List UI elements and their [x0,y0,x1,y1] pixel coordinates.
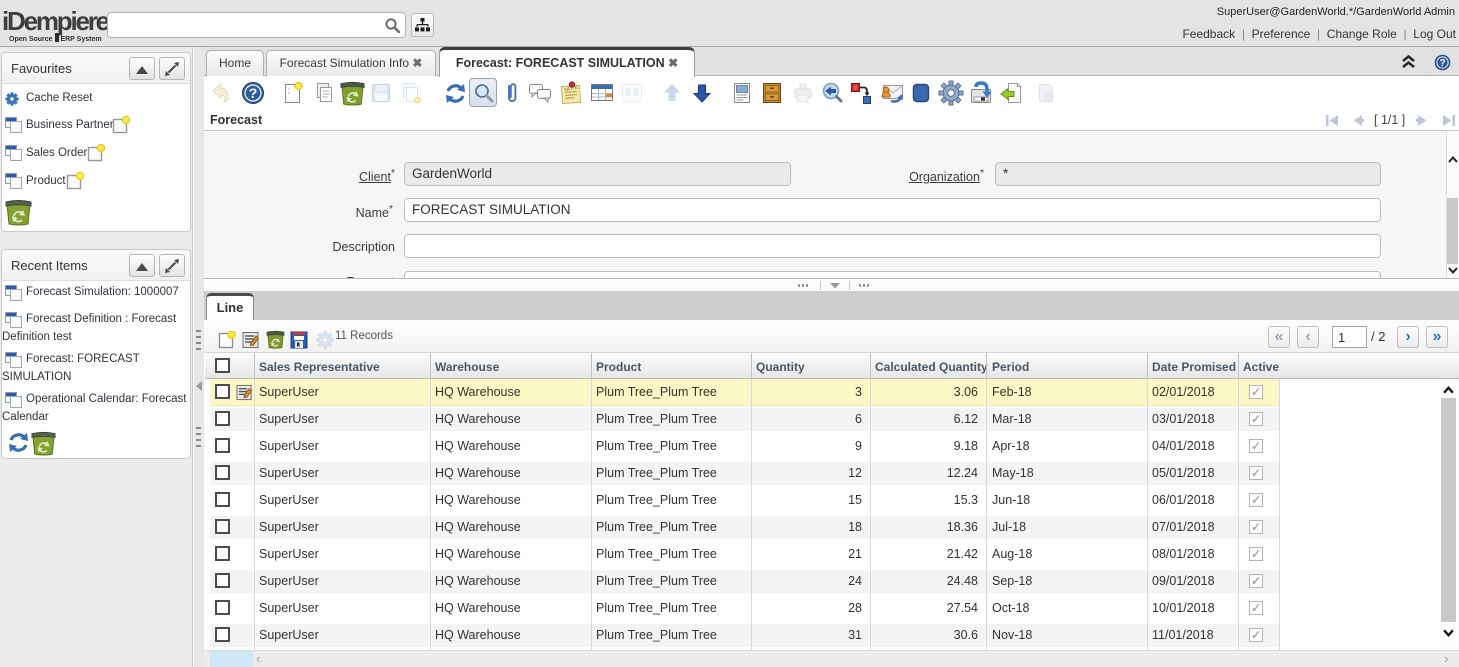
svg-text:?: ? [1439,58,1445,69]
svg-text:?: ? [249,85,258,101]
